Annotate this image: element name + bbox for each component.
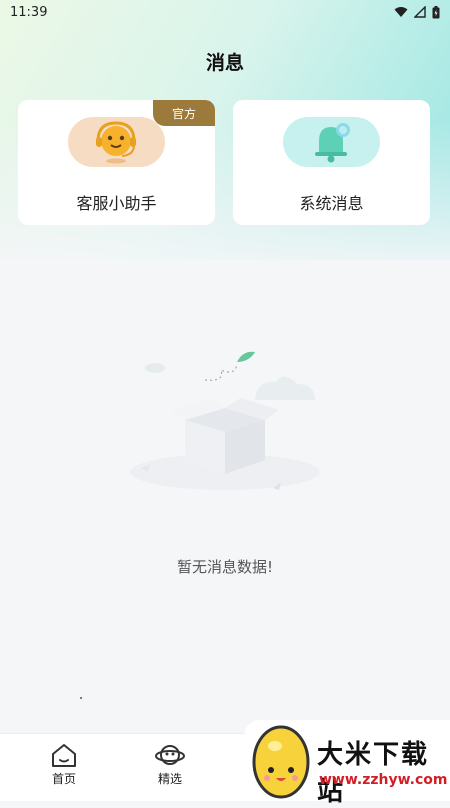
- bell-icon: [283, 117, 380, 167]
- signal-icon: [414, 6, 426, 18]
- customer-service-label: 客服小助手: [76, 194, 157, 213]
- watermark-title: 大米下载站: [317, 740, 430, 807]
- watermark: 大米下载站 www.zzhyw.com: [245, 720, 450, 807]
- customer-service-icon: [68, 117, 165, 167]
- home-icon: [52, 744, 76, 767]
- system-messages-label: 系统消息: [299, 194, 364, 213]
- page-title: 消息: [205, 52, 244, 74]
- status-icons: [394, 5, 440, 19]
- watermark-url: www.zzhyw.com: [319, 772, 448, 788]
- wifi-icon: [394, 7, 408, 17]
- battery-icon: [432, 5, 440, 18]
- tab-home[interactable]: 首页: [29, 734, 99, 801]
- tab-featured-label: 精选: [157, 772, 182, 786]
- watermark-logo: [252, 725, 310, 799]
- planet-icon: [155, 745, 185, 765]
- status-time: 11:39: [10, 4, 48, 20]
- empty-state-text: 暂无消息数据!: [176, 558, 273, 576]
- customer-service-card[interactable]: 官方 客服小助手: [18, 100, 215, 225]
- system-messages-card[interactable]: 系统消息: [233, 100, 430, 225]
- status-bar: 11:39: [0, 0, 450, 24]
- stray-dot: [80, 697, 82, 699]
- tab-featured[interactable]: 精选: [135, 734, 205, 801]
- tab-home-label: 首页: [51, 772, 76, 786]
- empty-box-illustration: [125, 340, 325, 504]
